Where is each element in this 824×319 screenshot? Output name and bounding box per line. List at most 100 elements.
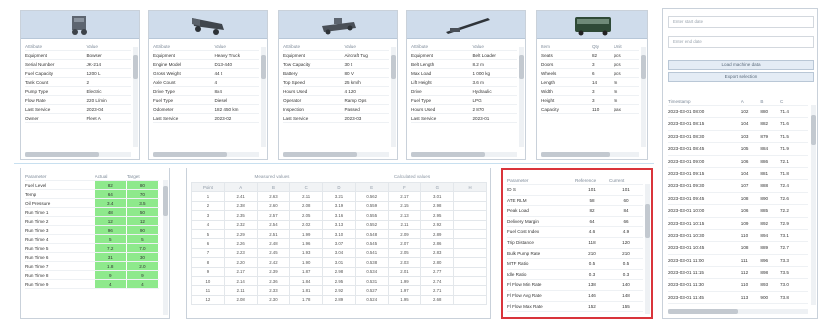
list-item[interactable]: 2023-03-01 11:00 111 896 73.3 — [668, 255, 808, 268]
list-item[interactable]: Inspection Passed — [283, 105, 389, 114]
list-item[interactable]: Run Time 5 7.2 7.0 — [25, 244, 159, 253]
list-item[interactable]: Hours Used 4 120 — [283, 87, 389, 96]
equipment-card[interactable]: Attribute Value Equipment Aircraft Tug Tow C… — [278, 10, 398, 160]
list-item[interactable]: 2023-03-01 11:45 113 900 73.8 — [668, 292, 808, 305]
list-item[interactable]: Run Time 3 96 90 — [25, 226, 159, 235]
list-item[interactable]: 2023-03-01 11:30 110 893 73.0 — [668, 279, 808, 292]
list-item[interactable]: Fuel Cost Index 4.6 4.9 — [507, 227, 643, 238]
card-horizontal-scrollbar[interactable] — [25, 152, 131, 157]
list-item[interactable]: ATE RLM 58 60 — [507, 196, 643, 207]
list-item[interactable]: Drive Hydraulic — [411, 87, 517, 96]
equipment-card[interactable]: Item Qty Unit Seats 82 pcs Doors 3 pcs Wheels 6 pcs… — [536, 10, 648, 160]
load-data-button[interactable]: Load machine data — [668, 60, 814, 70]
list-item[interactable]: Last Service 2023-04 — [25, 105, 131, 114]
list-item[interactable]: Operator Ramp Ops — [283, 96, 389, 105]
table-row[interactable]: 11 2.11 2.33 1.81 2.92 0.527 1.97 2.71 — [191, 285, 487, 296]
list-item[interactable]: Run Time 8 99 — [25, 271, 159, 280]
table-row[interactable]: 7 2.23 2.45 1.93 3.04 0.541 2.05 2.83 — [191, 247, 487, 259]
list-item[interactable]: Run Time 7 1.8 2.0 — [25, 262, 159, 271]
list-item[interactable]: Tow Capacity 30 t — [283, 60, 389, 69]
list-item[interactable]: Peak Load 82 84 — [507, 206, 643, 217]
equipment-card[interactable]: Attribute Value Equipment Heavy Truck Engine… — [148, 10, 268, 160]
list-item[interactable]: Idle Ratio 0.3 0.3 — [507, 270, 643, 281]
list-item[interactable]: Length 14 m — [541, 78, 639, 87]
card-vertical-scrollbar[interactable] — [641, 47, 646, 147]
list-item[interactable]: Fuel Type LPG — [411, 96, 517, 105]
list-item[interactable]: Oil Pressure 3.4 3.5 — [25, 199, 159, 208]
table-row[interactable]: 1 2.41 2.63 2.11 3.21 0.562 2.17 3.01 — [191, 191, 487, 202]
list-item[interactable]: Fuel Level 82 80 — [25, 181, 159, 190]
list-item[interactable]: Axle Count 4 — [153, 78, 259, 87]
list-item[interactable]: Delivery Margin 64 66 — [507, 217, 643, 228]
list-item[interactable]: 2023-03-01 11:15 112 898 73.5 — [668, 267, 808, 280]
list-item[interactable]: Last Service 2023-03 — [283, 114, 389, 123]
list-item[interactable]: Max Load 1 000 kg — [411, 69, 517, 78]
equipment-card[interactable]: Attribute Value Equipment Belt Loader Belt L… — [406, 10, 526, 160]
list-item[interactable]: Trip Distance 118 120 — [507, 238, 643, 249]
list-item[interactable]: Fuel Type Diesel — [153, 96, 259, 105]
list-item[interactable]: Equipment Heavy Truck — [153, 51, 259, 60]
list-item[interactable]: Belt Length 8.2 m — [411, 60, 517, 69]
table-row[interactable]: 10 2.14 2.36 1.84 2.95 0.531 1.99 2.74 — [191, 275, 487, 287]
list-item[interactable]: Odometer 182 450 km — [153, 105, 259, 114]
list-item[interactable]: Pump Type Electric — [25, 87, 131, 96]
list-item[interactable]: Wheels 6 pcs — [541, 69, 639, 78]
list-item[interactable]: Battery 80 V — [283, 69, 389, 78]
list-item[interactable]: 2023-03-01 10:30 110 894 73.1 — [668, 230, 808, 243]
card-vertical-scrollbar[interactable] — [133, 47, 138, 147]
list-item[interactable]: Fl Flow Max Rate 152 155 — [507, 302, 643, 313]
start-date-input[interactable]: Enter start date — [668, 16, 814, 28]
list-item[interactable]: 2023-03-01 09:00 106 886 72.1 — [668, 156, 808, 168]
list-item[interactable]: Drive Type 8x4 — [153, 87, 259, 96]
list-item[interactable]: Last Service 2023-01 — [411, 114, 517, 123]
list-item[interactable]: Flow Rate 220 L/min — [25, 96, 131, 105]
table-row[interactable]: 5 2.29 2.51 1.99 3.10 0.548 2.09 2.89 — [191, 228, 487, 240]
list-item[interactable]: Equipment Aircraft Tug — [283, 51, 389, 60]
table-row[interactable]: 9 2.17 2.39 1.87 2.98 0.534 2.01 2.77 — [191, 266, 487, 277]
table-row[interactable]: 8 2.20 2.42 1.90 3.01 0.538 2.03 2.80 — [191, 257, 487, 268]
list-item[interactable]: Height 3 m — [541, 96, 639, 105]
table-row[interactable]: 6 2.26 2.48 1.96 3.07 0.545 2.07 2.86 — [191, 238, 487, 249]
list-item[interactable]: Lift Height 3.6 m — [411, 78, 517, 87]
list-item[interactable]: Fl Flow Avg Rate 146 148 — [507, 291, 643, 302]
list-item[interactable]: 2023-03-01 10:15 109 892 72.9 — [668, 218, 808, 230]
list-item[interactable]: Equipment Bowser — [25, 51, 131, 60]
list-item[interactable]: Engine Model D13-440 — [153, 60, 259, 69]
list-item[interactable]: Last Service 2023-02 — [153, 114, 259, 123]
list-item[interactable]: 2023-03-01 10:45 108 889 72.7 — [668, 242, 808, 255]
list-item[interactable]: Bulk Pump Rate 210 210 — [507, 249, 643, 260]
list-item[interactable]: 2023-03-01 10:00 106 885 72.2 — [668, 205, 808, 218]
list-item[interactable]: Run Time 9 44 — [25, 280, 159, 289]
table-row[interactable]: 4 2.32 2.54 2.02 3.13 0.552 2.11 2.92 — [191, 219, 487, 230]
list-item[interactable]: Tank Count 2 — [25, 78, 131, 87]
card-vertical-scrollbar[interactable] — [519, 47, 524, 147]
list-item[interactable]: Seats 82 pcs — [541, 51, 639, 60]
table-row[interactable]: 12 2.08 2.30 1.78 2.89 0.524 1.95 2.68 — [191, 294, 487, 306]
list-item[interactable]: Temp 64 70 — [25, 190, 159, 199]
card-vertical-scrollbar[interactable] — [391, 47, 396, 147]
list-item[interactable]: Owner Fleet A — [25, 114, 131, 123]
list-item[interactable]: 2023-03-01 09:15 104 881 71.8 — [668, 168, 808, 181]
export-button[interactable]: Export selection — [668, 72, 814, 82]
list-item[interactable]: 2023-03-01 09:45 108 890 72.6 — [668, 193, 808, 206]
right-list-horizontal-scrollbar[interactable] — [668, 309, 808, 314]
card-horizontal-scrollbar[interactable] — [411, 152, 517, 157]
list-item[interactable]: Capacity 110 pax — [541, 105, 639, 114]
card-vertical-scrollbar[interactable] — [261, 47, 266, 147]
list-item[interactable]: Top Speed 25 km/h — [283, 78, 389, 87]
list-item[interactable]: Fl Flow Min Rate 138 140 — [507, 280, 643, 291]
list-item[interactable]: Serial Number JK-214 — [25, 60, 131, 69]
end-date-input[interactable]: Enter end date — [668, 36, 814, 48]
list-item[interactable]: 2023-03-01 08:15 104 882 71.6 — [668, 118, 808, 131]
card-horizontal-scrollbar[interactable] — [283, 152, 389, 157]
list-item[interactable]: 2023-03-01 08:30 103 879 71.5 — [668, 131, 808, 144]
list-item[interactable]: ID S 101 101 — [507, 185, 643, 196]
equipment-card[interactable]: Attribute Value Equipment Bowser Serial Numb… — [20, 10, 140, 160]
list-item[interactable]: Hours Used 2 870 — [411, 105, 517, 114]
card-horizontal-scrollbar[interactable] — [541, 152, 639, 157]
list-item[interactable]: Width 3 m — [541, 87, 639, 96]
list-item[interactable]: Run Time 2 12 12 — [25, 217, 159, 226]
list-item[interactable]: Equipment Belt Loader — [411, 51, 517, 60]
table-row[interactable]: 3 2.35 2.57 2.05 3.16 0.555 2.13 2.95 — [191, 210, 487, 221]
list-item[interactable]: MTF Ratio 0.5 0.5 — [507, 259, 643, 270]
